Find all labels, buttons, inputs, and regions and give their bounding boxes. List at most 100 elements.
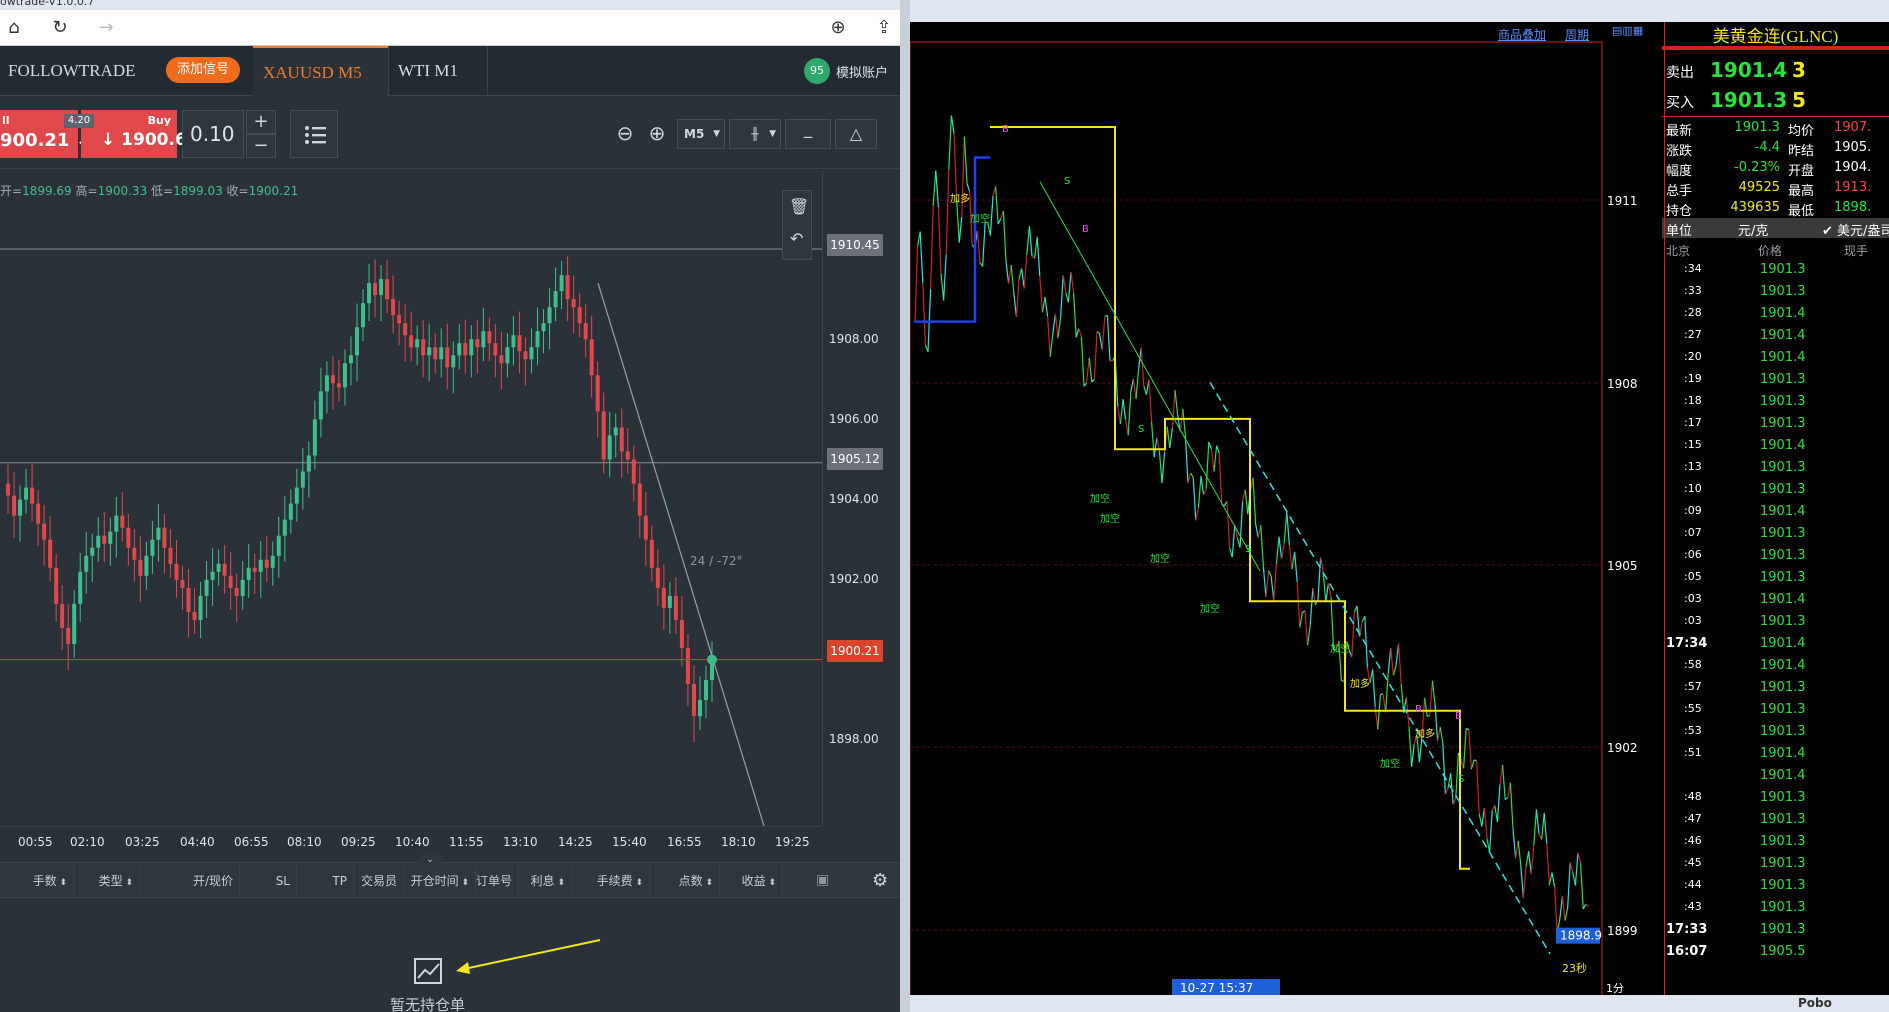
candle-body bbox=[18, 499, 23, 516]
price-trace bbox=[1533, 809, 1537, 846]
price-trace bbox=[1239, 501, 1244, 548]
buy-button[interactable]: Buy ↓ 1900.63 bbox=[81, 110, 199, 158]
lot-minus-button[interactable]: − bbox=[246, 134, 276, 158]
sort-icon[interactable]: ⬍ bbox=[123, 878, 133, 888]
pobo-app: 1911 1908 1905 1902 1899 加多 加空 加空 加空 加空 加空 加空 加多 加空 加多… bbox=[910, 0, 1889, 1012]
price-trace bbox=[1268, 570, 1272, 577]
candle-body bbox=[240, 579, 245, 596]
candle-body bbox=[373, 283, 378, 296]
sell-mark: S bbox=[1245, 544, 1251, 555]
candle-body bbox=[246, 567, 251, 580]
candle-body bbox=[210, 571, 215, 580]
price-trace bbox=[1119, 399, 1124, 425]
buy-price[interactable]: 1901.3 bbox=[1710, 88, 1787, 112]
trash-icon[interactable]: 🗑 bbox=[789, 197, 809, 216]
zoom-out-icon[interactable]: ⊖ bbox=[612, 119, 638, 149]
tab-wti-m1[interactable]: WTI M1 bbox=[398, 46, 458, 96]
column-header[interactable]: 订单号 ⬍ bbox=[476, 863, 519, 926]
candle-body bbox=[348, 355, 353, 364]
column-header[interactable]: 交易员 ⬍ bbox=[354, 863, 404, 926]
upload-icon[interactable]: ⊕ bbox=[826, 16, 850, 40]
column-header[interactable]: 开/现价 bbox=[140, 863, 240, 899]
price-trace bbox=[1489, 810, 1493, 853]
sort-icon[interactable]: ⬍ bbox=[459, 878, 469, 888]
unit-value[interactable]: 元/克 bbox=[1738, 220, 1768, 239]
candlestick-chart[interactable]: 开=1899.69 高=1900.33 低=1899.03 收=1900.21 … bbox=[0, 170, 822, 826]
price-trace bbox=[1265, 570, 1270, 598]
sort-icon[interactable]: ⬍ bbox=[766, 878, 776, 888]
price-trace bbox=[1117, 406, 1121, 425]
layout-icons[interactable]: ▤▥▦ bbox=[1612, 24, 1660, 40]
kline-chart[interactable]: 19111908190519021899加多加空加空加空加空加空加空加多加空加多… bbox=[910, 22, 1662, 997]
tick-time: :07 bbox=[1684, 526, 1702, 539]
signal-label: 加空 bbox=[1380, 757, 1400, 770]
chart-type-select[interactable]: ╫ ▼ bbox=[729, 119, 781, 149]
price-trace bbox=[1564, 908, 1569, 921]
share-icon[interactable]: ⇪ bbox=[872, 16, 896, 40]
timeframe-select[interactable]: M5 ▼ bbox=[677, 119, 725, 149]
add-signal-button[interactable]: 添加信号 bbox=[166, 57, 240, 83]
price-trace bbox=[1283, 512, 1288, 543]
indicators-button[interactable]: ⚊ bbox=[785, 119, 831, 149]
forward-icon[interactable]: → bbox=[94, 16, 118, 40]
account-badge[interactable]: 95 bbox=[804, 58, 830, 84]
lot-input[interactable]: 0.10 bbox=[182, 110, 244, 158]
column-label: SL bbox=[275, 874, 290, 888]
tick-time: :27 bbox=[1684, 328, 1702, 341]
sort-icon[interactable]: ⬍ bbox=[555, 878, 565, 888]
tick-time: :17 bbox=[1684, 416, 1702, 429]
export-icon[interactable]: ▣ bbox=[816, 872, 829, 888]
candles-svg bbox=[0, 248, 822, 826]
drawing-tool-button[interactable]: △ bbox=[835, 119, 877, 149]
tick-price: 1901.4 bbox=[1760, 438, 1806, 453]
column-header[interactable]: 类型 ⬍ bbox=[74, 863, 140, 899]
sell-price[interactable]: 1901.4 bbox=[1710, 58, 1787, 82]
sort-icon[interactable]: ⬍ bbox=[703, 878, 713, 888]
tab-followtrade[interactable]: FOLLOWTRADE bbox=[8, 46, 135, 96]
tick-price: 1901.3 bbox=[1760, 570, 1806, 585]
unit-alt[interactable]: ✔ 美元/盎司 bbox=[1822, 220, 1889, 239]
zoom-in-icon[interactable]: ⊕ bbox=[644, 119, 670, 149]
price-trace bbox=[1005, 261, 1010, 284]
tick-price: 1901.3 bbox=[1760, 900, 1806, 915]
column-header[interactable]: 手数 ⬍ bbox=[0, 863, 74, 899]
order-list-button[interactable] bbox=[290, 110, 338, 158]
column-header[interactable]: 开仓时间 ⬍ bbox=[404, 863, 476, 899]
sort-icon[interactable]: ⬍ bbox=[57, 878, 67, 888]
candle-body bbox=[523, 351, 528, 360]
column-header[interactable]: 手续费 ⬍ bbox=[572, 863, 650, 899]
candle-body bbox=[222, 563, 227, 576]
undo-icon[interactable]: ↶ bbox=[790, 229, 803, 248]
period-link[interactable]: 周期 bbox=[1565, 26, 1589, 43]
candle-body bbox=[601, 411, 606, 460]
price-trace bbox=[1093, 331, 1098, 380]
price-tag-high: 1910.45 bbox=[827, 234, 883, 256]
candle-body bbox=[379, 279, 384, 296]
candle-body bbox=[511, 335, 516, 348]
refresh-icon[interactable]: ↻ bbox=[48, 16, 72, 40]
current-price-tag: 1898.9 bbox=[1560, 929, 1602, 943]
column-header[interactable]: 点数 ⬍ bbox=[650, 863, 720, 899]
account-label[interactable]: 模拟账户 bbox=[836, 62, 888, 81]
price-trace bbox=[1398, 643, 1402, 685]
lot-plus-button[interactable]: + bbox=[246, 110, 276, 134]
sort-icon[interactable]: ⬍ bbox=[633, 878, 643, 888]
stat-label: 开盘 bbox=[1788, 164, 1815, 179]
tab-bar: FOLLOWTRADE 添加信号 XAUUSD M5 WTI M1 95 模拟账… bbox=[0, 46, 900, 96]
price-trace bbox=[1548, 872, 1553, 886]
candle-body bbox=[637, 483, 642, 516]
column-header[interactable]: SL bbox=[240, 863, 297, 899]
tick-price: 1901.3 bbox=[1760, 372, 1806, 387]
gear-icon[interactable]: ⚙ bbox=[872, 870, 888, 891]
signal-label: 加空 bbox=[1330, 642, 1350, 655]
overlay-link[interactable]: 商品叠加 bbox=[1498, 26, 1546, 43]
candle-body bbox=[649, 539, 654, 568]
tab-xauusd-m5[interactable]: XAUUSD M5 bbox=[253, 46, 388, 96]
home-icon[interactable]: ⌂ bbox=[2, 16, 26, 40]
column-header[interactable]: 收益 ⬍ bbox=[720, 863, 783, 899]
column-header[interactable]: TP bbox=[297, 863, 354, 899]
candle-body bbox=[24, 487, 29, 500]
price-trace bbox=[1395, 643, 1400, 666]
column-header[interactable]: 利息 ⬍ bbox=[519, 863, 572, 899]
candle-body bbox=[589, 339, 594, 376]
